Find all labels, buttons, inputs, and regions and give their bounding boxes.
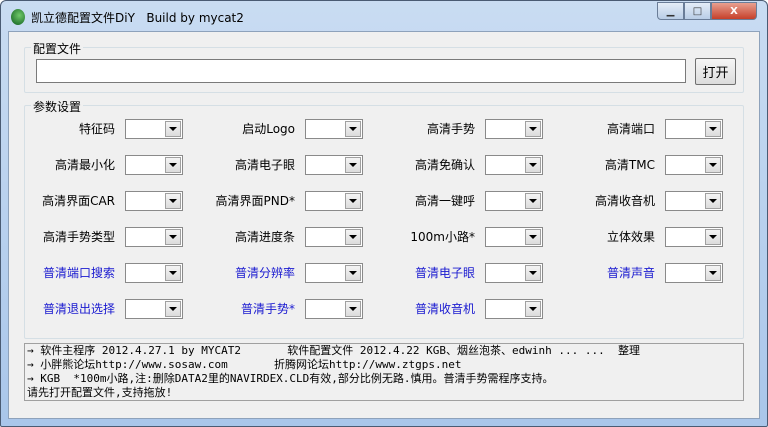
param-combobox[interactable] — [485, 119, 543, 139]
param-label: 高清手势 — [426, 122, 475, 136]
chevron-down-icon[interactable] — [705, 121, 721, 137]
log-line: 请先打开配置文件,支持拖放! — [27, 386, 173, 399]
param-label: 高清电子眼 — [234, 158, 295, 172]
maximize-button[interactable]: □ — [684, 2, 711, 20]
param-label: 高清端口 — [606, 122, 655, 136]
chevron-down-icon[interactable] — [345, 265, 361, 281]
param-label: 高清一键呼 — [414, 194, 475, 208]
chevron-down-icon[interactable] — [165, 265, 181, 281]
param-label: 高清免确认 — [414, 158, 475, 172]
param-combobox[interactable] — [305, 263, 363, 283]
param-combobox[interactable] — [305, 191, 363, 211]
chevron-down-icon[interactable] — [525, 193, 541, 209]
param-label: 高清最小化 — [54, 158, 115, 172]
param-label: 高清手势类型 — [42, 230, 115, 244]
chevron-down-icon[interactable] — [525, 301, 541, 317]
chevron-down-icon[interactable] — [165, 301, 181, 317]
chevron-down-icon[interactable] — [165, 121, 181, 137]
param-label: 高清界面PND* — [215, 194, 295, 208]
window-title: 凯立德配置文件DiY Build by mycat2 — [31, 10, 244, 25]
chevron-down-icon[interactable] — [345, 157, 361, 173]
param-label: 立体效果 — [606, 230, 655, 244]
chevron-down-icon[interactable] — [705, 229, 721, 245]
close-icon: X — [730, 5, 738, 17]
param-label: 普清电子眼 — [414, 266, 475, 280]
open-button[interactable]: 打开 — [695, 58, 736, 85]
param-combobox[interactable] — [665, 119, 723, 139]
title-bar: 凯立德配置文件DiY Build by mycat2 — [11, 8, 244, 26]
param-label: 普清退出选择 — [42, 302, 115, 316]
param-combobox[interactable] — [665, 263, 723, 283]
chevron-down-icon[interactable] — [165, 193, 181, 209]
maximize-icon: □ — [692, 5, 703, 17]
log-line: → KGB *100m小路,注:删除DATA2里的NAVIRDEX.CLD有效,… — [27, 372, 554, 385]
log-line: → 小胖熊论坛http://www.sosaw.com 折腾网论坛http://… — [27, 358, 462, 371]
param-combobox[interactable] — [125, 119, 183, 139]
chevron-down-icon[interactable] — [525, 157, 541, 173]
chevron-down-icon[interactable] — [345, 193, 361, 209]
param-label: 启动Logo — [242, 122, 295, 136]
param-label: 高清收音机 — [594, 194, 655, 208]
param-combobox[interactable] — [485, 155, 543, 175]
param-combobox[interactable] — [665, 227, 723, 247]
params-group-label: 参数设置 — [31, 98, 84, 115]
param-label: 特征码 — [78, 122, 115, 136]
param-label: 高清进度条 — [234, 230, 295, 244]
config-file-group-label: 配置文件 — [31, 40, 84, 57]
param-label: 100m小路* — [410, 230, 475, 244]
log-line: → 软件主程序 2012.4.27.1 by MYCAT2 软件配置文件 201… — [27, 344, 640, 357]
param-combobox[interactable] — [485, 263, 543, 283]
chevron-down-icon[interactable] — [165, 229, 181, 245]
param-combobox[interactable] — [125, 191, 183, 211]
app-icon — [11, 9, 25, 25]
param-combobox[interactable] — [125, 263, 183, 283]
param-combobox[interactable] — [665, 155, 723, 175]
param-combobox[interactable] — [305, 227, 363, 247]
param-combobox[interactable] — [485, 191, 543, 211]
chevron-down-icon[interactable] — [345, 301, 361, 317]
param-label: 高清TMC — [604, 158, 655, 172]
param-combobox[interactable] — [305, 119, 363, 139]
chevron-down-icon[interactable] — [705, 265, 721, 281]
param-combobox[interactable] — [485, 299, 543, 319]
close-button[interactable]: X — [711, 2, 757, 20]
param-label: 普清端口搜索 — [42, 266, 115, 280]
param-label: 高清界面CAR — [42, 194, 115, 208]
param-combobox[interactable] — [125, 155, 183, 175]
chevron-down-icon[interactable] — [345, 121, 361, 137]
param-label: 普清收音机 — [414, 302, 475, 316]
param-combobox[interactable] — [485, 227, 543, 247]
param-label: 普清分辨率 — [234, 266, 295, 280]
chevron-down-icon[interactable] — [525, 265, 541, 281]
param-label: 普清手势* — [240, 302, 295, 316]
chevron-down-icon[interactable] — [705, 157, 721, 173]
chevron-down-icon[interactable] — [345, 229, 361, 245]
param-combobox[interactable] — [665, 191, 723, 211]
param-combobox[interactable] — [125, 299, 183, 319]
info-log: → 软件主程序 2012.4.27.1 by MYCAT2 软件配置文件 201… — [24, 343, 744, 401]
param-combobox[interactable] — [125, 227, 183, 247]
param-label: 普清声音 — [606, 266, 655, 280]
chevron-down-icon[interactable] — [705, 193, 721, 209]
chevron-down-icon[interactable] — [525, 229, 541, 245]
chevron-down-icon[interactable] — [525, 121, 541, 137]
param-combobox[interactable] — [305, 299, 363, 319]
chevron-down-icon[interactable] — [165, 157, 181, 173]
config-path-input[interactable] — [36, 59, 686, 83]
minimize-icon: ▁ — [666, 5, 675, 17]
minimize-button[interactable]: ▁ — [657, 2, 684, 20]
param-combobox[interactable] — [305, 155, 363, 175]
